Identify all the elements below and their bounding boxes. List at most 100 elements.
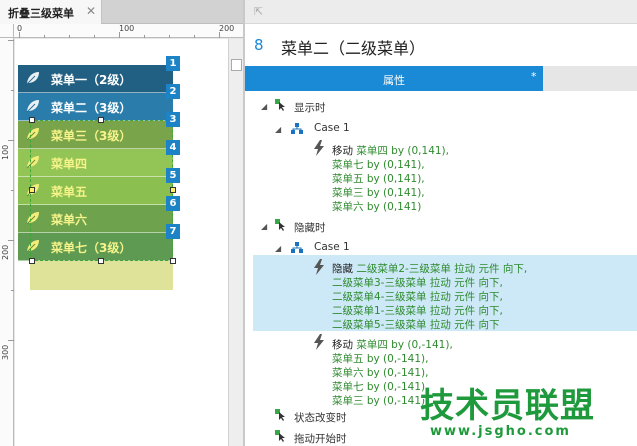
action-params: 拉动 元件 向下, [426, 291, 503, 303]
action-target: 二级菜单4-三级菜单 [332, 291, 427, 303]
resize-handle[interactable] [170, 187, 176, 193]
action-target: 菜单五 [332, 173, 364, 185]
watermark-url: www.jsgho.com [430, 424, 571, 439]
event-icon [275, 430, 285, 442]
action-line[interactable]: 二级菜单5-三级菜单 拉动 元件 向下 [332, 317, 500, 332]
action-params: by (0,-141), [363, 381, 429, 393]
action-target: 二级菜单2-三级菜单 [356, 263, 451, 275]
ruler-label: 100 [1, 144, 10, 160]
tab-other[interactable] [543, 66, 637, 91]
action-params: by (0,-141), [387, 339, 453, 351]
action-target: 菜单六 [332, 367, 364, 379]
lightning-icon [314, 259, 324, 275]
event-label[interactable]: 拖动开始时 [294, 431, 347, 446]
scrollbar-thumb[interactable] [231, 59, 242, 71]
interaction-badge[interactable]: 3 [166, 112, 180, 127]
action-line[interactable]: 菜单三 by (0,-141) [332, 393, 425, 408]
action-params: 拉动 元件 向下, [426, 277, 503, 289]
menu-item-label: 菜单二（3级） [51, 101, 132, 115]
action-target: 菜单七 [332, 381, 364, 393]
lightning-icon [314, 334, 324, 350]
action-line[interactable]: 菜单六 by (0,-141), [332, 365, 428, 380]
document-tab-title: 折叠三级菜单 [8, 7, 74, 20]
ruler-label: 100 [119, 24, 135, 33]
resize-handle[interactable] [29, 187, 35, 193]
menu-item-1[interactable]: 菜单一（2级） [18, 65, 173, 93]
event-label[interactable]: 状态改变时 [294, 410, 347, 425]
action-line: 菜单六 by (0,141) [332, 199, 421, 214]
interaction-badge[interactable]: 1 [166, 56, 180, 71]
widget-name[interactable]: 菜单二（二级菜单） [281, 35, 425, 59]
ruler-label: 300 [1, 344, 10, 360]
action-verb: 移动 [332, 145, 353, 157]
action-target: 二级菜单5-三级菜单 [332, 319, 427, 331]
interaction-badge[interactable]: 6 [166, 196, 180, 211]
ruler-label: 0 [17, 24, 23, 33]
action-params: 拉动 元件 向下, [426, 305, 503, 317]
case-icon [291, 123, 303, 134]
event-icon [275, 99, 285, 111]
close-icon[interactable]: ✕ [86, 4, 96, 18]
action-line[interactable]: 菜单七 by (0,-141), [332, 379, 428, 394]
action-target: 菜单七 [332, 159, 364, 171]
action-target: 菜单五 [332, 353, 364, 365]
action-params: by (0,141), [363, 187, 425, 199]
action-target: 菜单四 [356, 339, 388, 351]
action-verb: 隐藏 [332, 263, 353, 275]
event-label[interactable]: 隐藏时 [294, 220, 326, 235]
ruler-corner [0, 24, 14, 38]
action-target: 菜单三 [332, 187, 364, 199]
expand-triangle-icon[interactable]: ◢ [261, 222, 267, 231]
action-line[interactable]: 二级菜单4-三级菜单 拉动 元件 向下, [332, 289, 503, 304]
ruler-label: 200 [1, 244, 10, 260]
case-label[interactable]: Case 1 [314, 241, 350, 253]
resize-handle[interactable] [29, 258, 35, 264]
canvas-vertical-scrollbar[interactable] [228, 39, 243, 446]
collapse-arrow-icon[interactable]: ⇱ [254, 5, 263, 18]
resize-handle[interactable] [29, 117, 35, 123]
leaf-icon [26, 100, 39, 113]
action-target: 菜单六 [332, 201, 364, 213]
vertical-ruler: 100 200 300 [0, 38, 14, 446]
document-tab-bar: 折叠三级菜单 ✕ [0, 0, 243, 24]
action-line: 菜单三 by (0,141), [332, 185, 425, 200]
ruler-label: 200 [219, 24, 235, 33]
tab-modified-marker: * [531, 70, 537, 83]
action-target: 菜单四 [356, 145, 388, 157]
expand-triangle-icon[interactable]: ◢ [261, 102, 267, 111]
resize-handle[interactable] [170, 258, 176, 264]
tab-label: 属性 [383, 74, 405, 87]
horizontal-ruler: 0 100 200 [14, 24, 243, 38]
resize-handle[interactable] [98, 117, 104, 123]
document-tab[interactable]: 折叠三级菜单 ✕ [0, 0, 102, 24]
action-line: 菜单五 by (0,141), [332, 171, 425, 186]
interaction-badge[interactable]: 2 [166, 84, 180, 99]
menu-item-2[interactable]: 菜单二（3级） [18, 93, 173, 121]
event-icon [275, 219, 285, 231]
interaction-badge[interactable]: 5 [166, 168, 180, 183]
action-line: 移动 菜单四 by (0,141), [332, 143, 449, 158]
lightning-icon [314, 140, 324, 156]
case-label[interactable]: Case 1 [314, 122, 350, 134]
action-params: by (0,-141) [363, 395, 426, 407]
tab-properties[interactable]: 属性 * [245, 66, 543, 91]
action-target: 菜单三 [332, 395, 364, 407]
event-label[interactable]: 显示时 [294, 100, 326, 115]
action-line[interactable]: 移动 菜单四 by (0,-141), [332, 337, 453, 352]
action-line[interactable]: 隐藏 二级菜单2-三级菜单 拉动 元件 向下, [332, 261, 527, 276]
action-line[interactable]: 二级菜单3-三级菜单 拉动 元件 向下, [332, 275, 503, 290]
action-verb: 移动 [332, 339, 353, 351]
resize-handle[interactable] [98, 258, 104, 264]
action-line[interactable]: 菜单五 by (0,-141), [332, 351, 428, 366]
interaction-badge[interactable]: 7 [166, 224, 180, 239]
expand-triangle-icon[interactable]: ◢ [275, 244, 281, 253]
action-params: by (0,141), [387, 145, 449, 157]
expand-triangle-icon[interactable]: ◢ [275, 125, 281, 134]
action-line[interactable]: 二级菜单1-三级菜单 拉动 元件 向下, [332, 303, 503, 318]
selection-outline [30, 120, 173, 261]
action-params: 拉动 元件 向下, [450, 263, 528, 275]
action-params: by (0,141), [363, 159, 425, 171]
menu-item-label: 菜单一（2级） [51, 73, 132, 87]
action-params: by (0,141), [363, 173, 425, 185]
interaction-badge[interactable]: 4 [166, 140, 180, 155]
